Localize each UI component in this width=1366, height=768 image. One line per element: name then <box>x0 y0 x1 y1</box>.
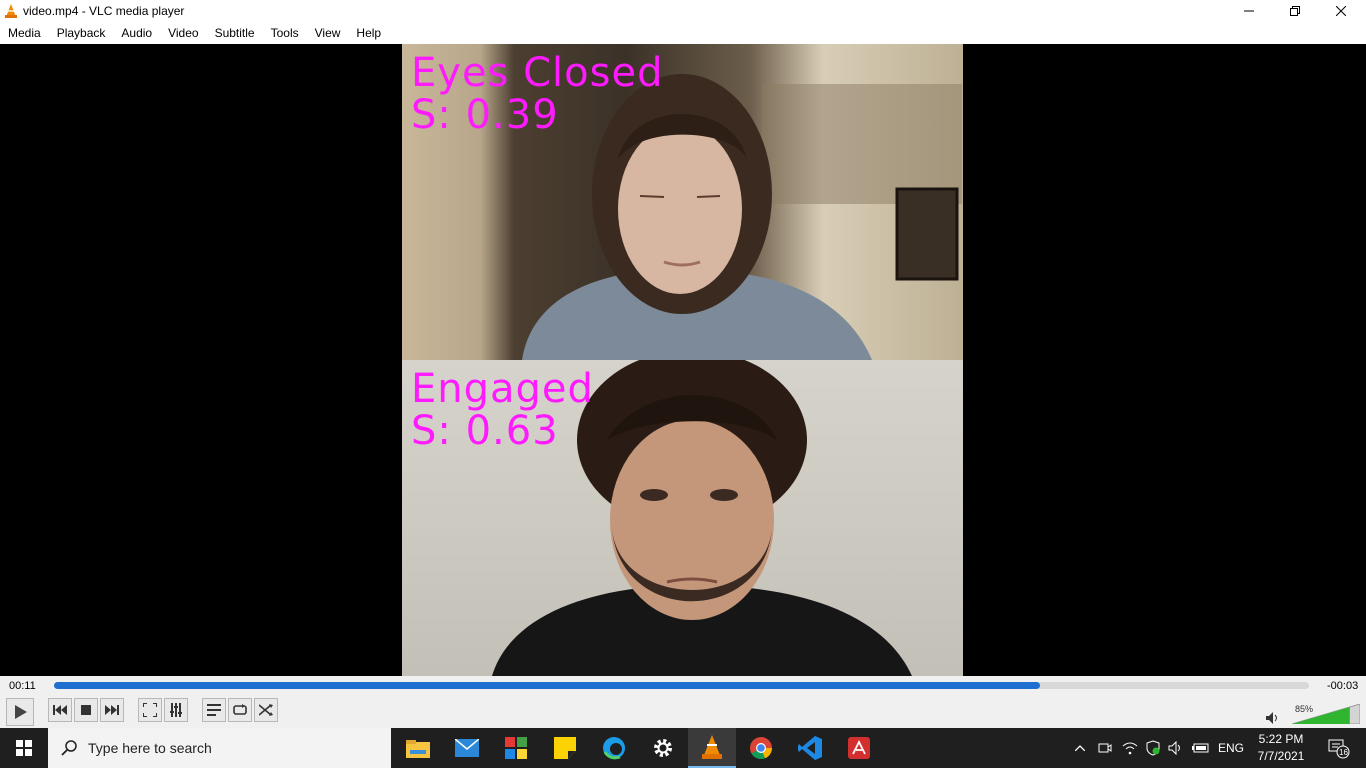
stop-button[interactable] <box>74 698 98 722</box>
windows-logo-icon <box>16 740 32 756</box>
gear-icon <box>654 739 672 757</box>
chrome-icon <box>750 737 773 760</box>
control-bar <box>0 696 1366 728</box>
taskbar-file-explorer[interactable] <box>394 728 442 768</box>
menu-audio[interactable]: Audio <box>113 22 160 44</box>
taskbar-office[interactable] <box>492 728 540 768</box>
vscode-icon <box>798 736 822 760</box>
seek-bar-fill <box>54 682 1041 689</box>
file-explorer-icon <box>406 740 430 758</box>
menu-media[interactable]: Media <box>0 22 49 44</box>
clock-time: 5:22 PM <box>1258 732 1304 746</box>
close-icon <box>1336 6 1346 16</box>
menu-video[interactable]: Video <box>160 22 206 44</box>
clock-date: 7/7/2021 <box>1257 749 1305 763</box>
restore-icon <box>1290 6 1300 16</box>
seek-row: 00:11 -00:03 <box>0 676 1366 696</box>
battery-icon <box>1192 743 1209 753</box>
fullscreen-icon <box>143 703 157 717</box>
extended-settings-button[interactable] <box>164 698 188 722</box>
previous-button[interactable] <box>48 698 72 722</box>
menu-help[interactable]: Help <box>348 22 389 44</box>
tray-network[interactable] <box>1120 728 1140 768</box>
menu-subtitle[interactable]: Subtitle <box>207 22 263 44</box>
elapsed-time: 00:11 <box>9 680 36 692</box>
score-label-top: S: 0.39 <box>411 92 559 138</box>
clock[interactable]: 5:22 PM 7/7/2021 <box>1252 731 1310 765</box>
notification-count: 16 <box>1339 748 1348 757</box>
tray-battery[interactable] <box>1190 728 1212 768</box>
search-icon <box>61 740 77 756</box>
start-button[interactable] <box>0 728 48 768</box>
volume-percent: 85% <box>1295 704 1314 714</box>
status-label-bottom: Engaged <box>411 366 594 412</box>
taskbar-vlc[interactable] <box>688 728 736 768</box>
menu-tools[interactable]: Tools <box>263 22 307 44</box>
play-icon <box>15 705 27 719</box>
window-title: video.mp4 - VLC media player <box>23 4 185 18</box>
menu-bar: Media Playback Audio Video Subtitle Tool… <box>0 22 1366 44</box>
taskbar-mail[interactable] <box>443 728 491 768</box>
taskbar-vscode[interactable] <box>786 728 834 768</box>
title-bar: video.mp4 - VLC media player <box>0 0 1366 22</box>
tray-security[interactable] <box>1143 728 1163 768</box>
speaker-icon <box>1168 741 1180 755</box>
close-button[interactable] <box>1318 0 1364 22</box>
skip-next-icon <box>105 705 119 715</box>
minimize-icon <box>1244 10 1254 12</box>
remaining-time[interactable]: -00:03 <box>1327 680 1358 692</box>
camera-icon <box>1098 743 1112 753</box>
score-label-bottom: S: 0.63 <box>411 408 559 454</box>
stop-icon <box>81 705 91 715</box>
equalizer-icon <box>170 703 182 717</box>
loop-icon <box>233 704 247 715</box>
tray-overflow[interactable] <box>1070 728 1090 768</box>
vlc-icon <box>5 4 17 18</box>
taskbar-acrobat[interactable] <box>835 728 883 768</box>
vlc-cone-icon <box>702 735 722 759</box>
search-placeholder: Type here to search <box>88 740 212 756</box>
video-area[interactable]: Eyes Closed S: 0.39 Engaged S: 0.63 <box>0 44 1366 676</box>
taskbar-sticky-notes[interactable] <box>541 728 589 768</box>
tray-volume[interactable] <box>1166 728 1186 768</box>
fullscreen-button[interactable] <box>138 698 162 722</box>
playlist-icon <box>207 704 221 716</box>
status-label-top: Eyes Closed <box>411 50 664 96</box>
office-icon <box>505 737 527 759</box>
minimize-button[interactable] <box>1226 0 1272 22</box>
tray-meet-now[interactable] <box>1095 728 1115 768</box>
loop-button[interactable] <box>228 698 252 722</box>
action-center-button[interactable]: 16 <box>1318 728 1358 768</box>
taskbar: Type here to search ENG 5:22 PM 7/7/2021… <box>0 728 1366 768</box>
taskbar-chrome[interactable] <box>737 728 785 768</box>
chevron-up-icon <box>1075 745 1085 751</box>
skip-previous-icon <box>53 705 67 715</box>
restore-button[interactable] <box>1272 0 1318 22</box>
taskbar-search-box[interactable]: Type here to search <box>48 728 391 768</box>
menu-playback[interactable]: Playback <box>49 22 114 44</box>
play-button[interactable] <box>6 698 34 726</box>
video-frame-bottom: Engaged S: 0.63 <box>402 360 963 676</box>
language-indicator[interactable]: ENG <box>1214 728 1248 768</box>
shuffle-icon <box>259 704 273 716</box>
next-button[interactable] <box>100 698 124 722</box>
video-frame-top: Eyes Closed S: 0.39 <box>402 44 963 360</box>
edge-browser-icon <box>603 737 625 760</box>
taskbar-settings[interactable] <box>639 728 687 768</box>
volume-icon[interactable] <box>1266 712 1280 724</box>
menu-view[interactable]: View <box>307 22 349 44</box>
mail-icon <box>455 739 479 757</box>
playlist-button[interactable] <box>202 698 226 722</box>
shuffle-button[interactable] <box>254 698 278 722</box>
acrobat-icon <box>848 737 870 759</box>
taskbar-edge[interactable] <box>590 728 638 768</box>
sticky-notes-icon <box>554 737 576 759</box>
wifi-icon <box>1122 742 1138 755</box>
shield-icon <box>1146 740 1160 756</box>
seek-bar[interactable] <box>54 682 1309 689</box>
